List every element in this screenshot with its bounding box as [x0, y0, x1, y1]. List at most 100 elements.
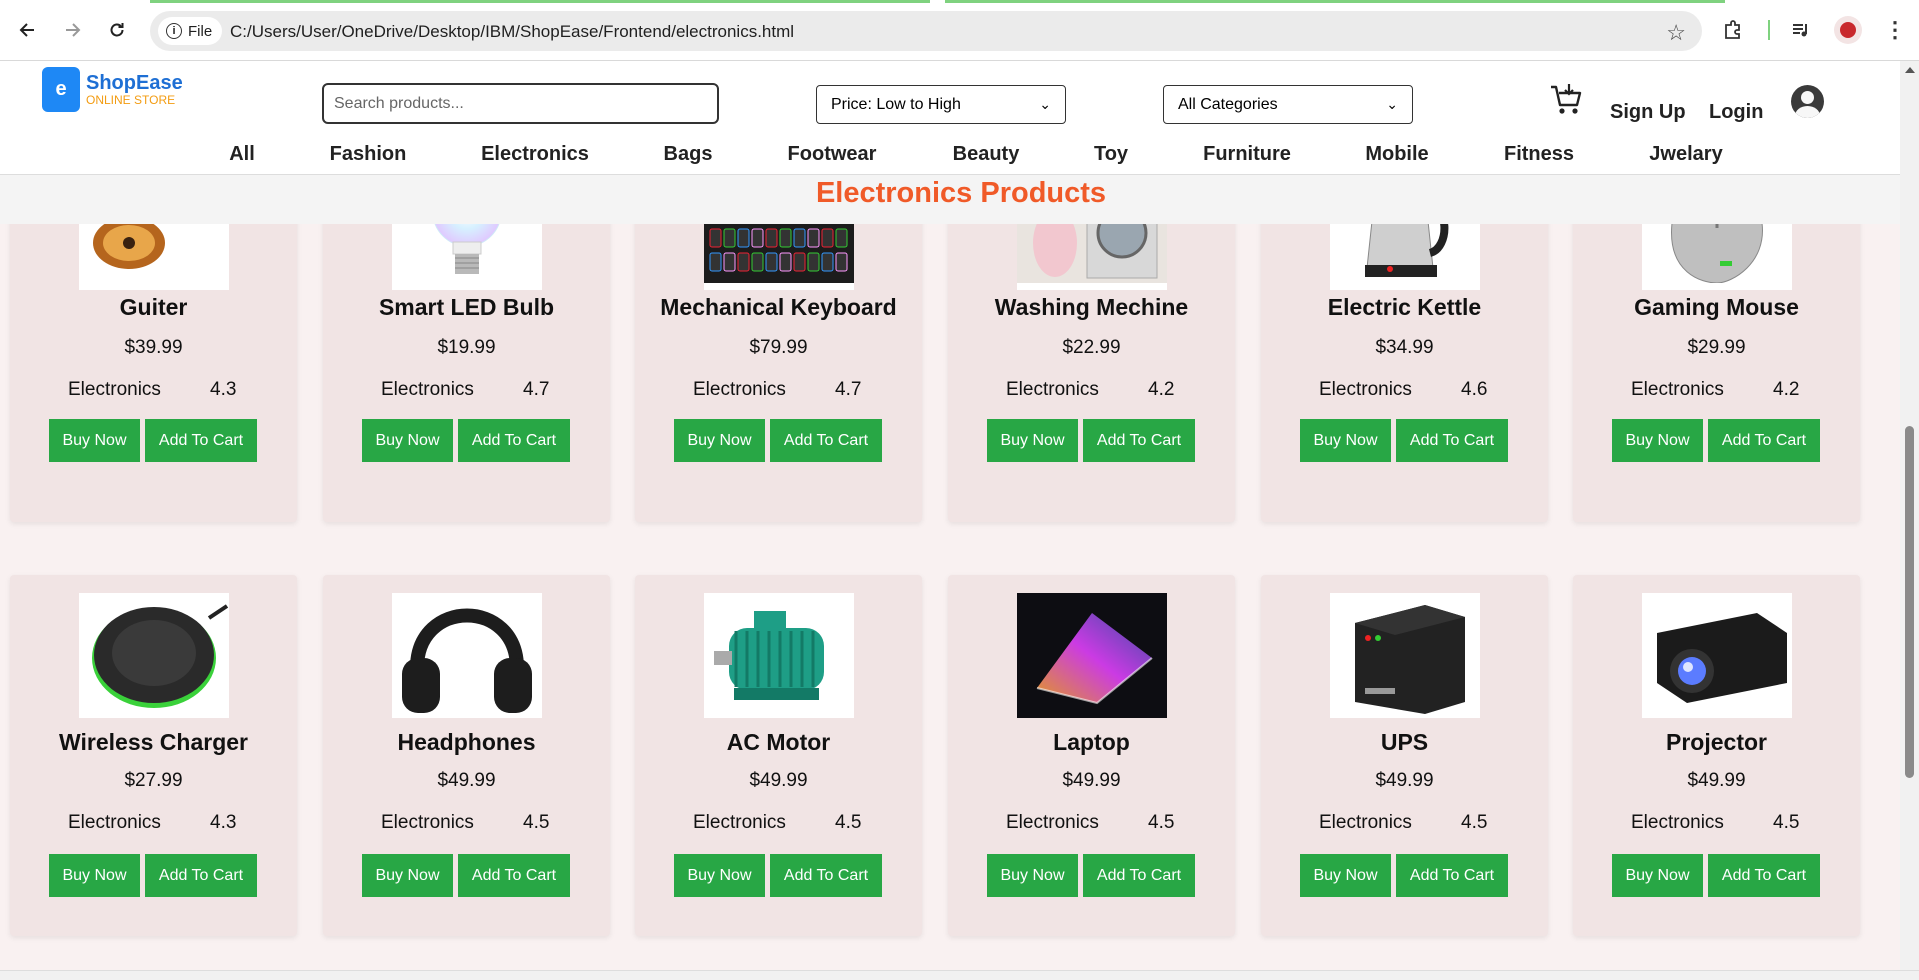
product-price: $49.99: [437, 770, 496, 791]
add-to-cart-button[interactable]: Add To Cart: [458, 419, 570, 462]
product-category: Electronics: [1006, 812, 1099, 833]
nav-category-fitness[interactable]: Fitness: [1504, 143, 1574, 166]
product-image[interactable]: [1330, 593, 1480, 718]
product-card: Gaming Mouse $29.99 Electronics 4.2 Buy Now A…: [1573, 175, 1860, 522]
product-name: Headphones: [397, 729, 536, 755]
bookmark-star-icon[interactable]: ☆: [1666, 20, 1686, 46]
product-card: Washing Mechine $22.99 Electronics 4.2 Buy N…: [948, 175, 1235, 522]
forward-button[interactable]: [56, 14, 88, 46]
product-category: Electronics: [693, 812, 786, 833]
login-link[interactable]: Login: [1709, 101, 1763, 124]
reload-button[interactable]: [101, 14, 133, 46]
buy-now-button[interactable]: Buy Now: [49, 854, 140, 897]
nav-category-footwear[interactable]: Footwear: [788, 143, 877, 166]
search-input[interactable]: [322, 83, 719, 124]
add-to-cart-button[interactable]: Add To Cart: [1083, 419, 1195, 462]
profile-button[interactable]: [1834, 14, 1862, 46]
product-category: Electronics: [1631, 379, 1724, 400]
buy-now-button[interactable]: Buy Now: [1612, 854, 1703, 897]
scroll-up-icon[interactable]: [1905, 67, 1915, 73]
product-rating: 4.2: [1773, 379, 1800, 400]
section-title: Electronics Products: [815, 177, 1107, 209]
product-rating: 4.2: [1148, 379, 1175, 400]
sort-select[interactable]: Price: Low to High ⌄: [816, 85, 1066, 124]
add-to-cart-button[interactable]: Add To Cart: [1396, 854, 1508, 897]
product-section: Electronics Products Guiter $39.99 Electro…: [0, 175, 1900, 970]
buy-now-button[interactable]: Buy Now: [1300, 419, 1391, 462]
url-text: C:/Users/User/OneDrive/Desktop/IBM/ShopE…: [230, 22, 795, 41]
add-to-cart-button[interactable]: Add To Cart: [1396, 419, 1508, 462]
add-to-cart-button[interactable]: Add To Cart: [1708, 419, 1820, 462]
product-card: Projector $49.99 Electronics 4.5 Buy Now Add …: [1573, 575, 1860, 936]
product-card: Electric Kettle $34.99 Electronics 4.6 Buy N…: [1261, 175, 1548, 522]
product-price: $27.99: [124, 770, 183, 791]
product-category: Electronics: [381, 379, 474, 400]
site-logo[interactable]: e ShopEase ONLINE STORE: [42, 67, 183, 112]
product-image[interactable]: [704, 593, 854, 718]
buy-now-button[interactable]: Buy Now: [674, 854, 765, 897]
buy-now-button[interactable]: Buy Now: [362, 854, 453, 897]
buy-now-button[interactable]: Buy Now: [674, 419, 765, 462]
nav-category-all[interactable]: All: [229, 143, 255, 166]
product-name: Wireless Charger: [59, 729, 248, 755]
brand-tagline: ONLINE STORE: [86, 92, 176, 107]
nav-category-jwelary[interactable]: Jwelary: [1649, 143, 1722, 166]
add-to-cart-button[interactable]: Add To Cart: [145, 419, 257, 462]
product-card: Laptop $49.99 Electronics 4.5 Buy Now Add To …: [948, 575, 1235, 936]
product-rating: 4.5: [1148, 812, 1175, 833]
nav-category-beauty[interactable]: Beauty: [953, 143, 1020, 166]
extensions-puzzle-icon[interactable]: [1722, 19, 1744, 41]
product-image[interactable]: [79, 593, 229, 718]
product-rating: 4.3: [210, 812, 237, 833]
browser-toolbar: i File C:/Users/User/OneDrive/Desktop/IB…: [0, 0, 1919, 61]
product-image[interactable]: [1017, 593, 1167, 718]
product-card: AC Motor $49.99 Electronics 4.5 Buy Now Add T…: [635, 575, 922, 936]
nav-category-toy[interactable]: Toy: [1094, 143, 1128, 166]
nav-category-mobile[interactable]: Mobile: [1365, 143, 1428, 166]
back-button[interactable]: [12, 14, 44, 46]
arrow-right-icon: [66, 23, 81, 37]
category-select[interactable]: All Categories ⌄: [1163, 85, 1413, 124]
horizontal-scrollbar[interactable]: [0, 970, 1919, 980]
address-bar[interactable]: i File C:/Users/User/OneDrive/Desktop/IB…: [150, 11, 1702, 51]
add-to-cart-button[interactable]: Add To Cart: [145, 854, 257, 897]
scrollbar-thumb[interactable]: [1905, 426, 1914, 778]
logo-letter: e: [42, 67, 80, 112]
menu-kebab-icon[interactable]: ⋮: [1884, 14, 1906, 46]
buy-now-button[interactable]: Buy Now: [362, 419, 453, 462]
buy-now-button[interactable]: Buy Now: [49, 419, 140, 462]
nav-category-bags[interactable]: Bags: [664, 143, 713, 166]
site-info-chip[interactable]: i File: [158, 17, 223, 45]
add-to-cart-button[interactable]: Add To Cart: [770, 854, 882, 897]
buy-now-button[interactable]: Buy Now: [987, 419, 1078, 462]
site-header: e ShopEase ONLINE STORE Price: Low to Hi…: [0, 61, 1900, 175]
add-to-cart-button[interactable]: Add To Cart: [458, 854, 570, 897]
nav-category-fashion[interactable]: Fashion: [330, 143, 407, 166]
add-to-cart-button[interactable]: Add To Cart: [1083, 854, 1195, 897]
product-name: Guiter: [119, 294, 188, 320]
product-image[interactable]: [1642, 593, 1792, 718]
product-name: Laptop: [1053, 729, 1130, 755]
nav-category-furniture[interactable]: Furniture: [1203, 143, 1291, 166]
cart-icon[interactable]: [1549, 81, 1585, 117]
product-price: $34.99: [1375, 337, 1434, 358]
product-price: $19.99: [437, 337, 496, 358]
buy-now-button[interactable]: Buy Now: [987, 854, 1078, 897]
product-category: Electronics: [693, 379, 786, 400]
user-avatar-icon[interactable]: [1791, 85, 1824, 118]
buy-now-button[interactable]: Buy Now: [1300, 854, 1391, 897]
add-to-cart-button[interactable]: Add To Cart: [770, 419, 882, 462]
signup-link[interactable]: Sign Up: [1610, 101, 1686, 124]
product-image[interactable]: [392, 593, 542, 718]
buy-now-button[interactable]: Buy Now: [1612, 419, 1703, 462]
vertical-scrollbar[interactable]: [1900, 61, 1919, 971]
media-control[interactable]: [1790, 14, 1812, 46]
product-rating: 4.5: [1461, 812, 1488, 833]
nav-category-electronics[interactable]: Electronics: [481, 143, 589, 166]
product-category: Electronics: [1631, 812, 1724, 833]
product-price: $22.99: [1062, 337, 1121, 358]
add-to-cart-button[interactable]: Add To Cart: [1708, 854, 1820, 897]
category-selected-value: All Categories: [1178, 95, 1278, 113]
product-category: Electronics: [1006, 379, 1099, 400]
toolbar-separator: [1768, 20, 1770, 40]
